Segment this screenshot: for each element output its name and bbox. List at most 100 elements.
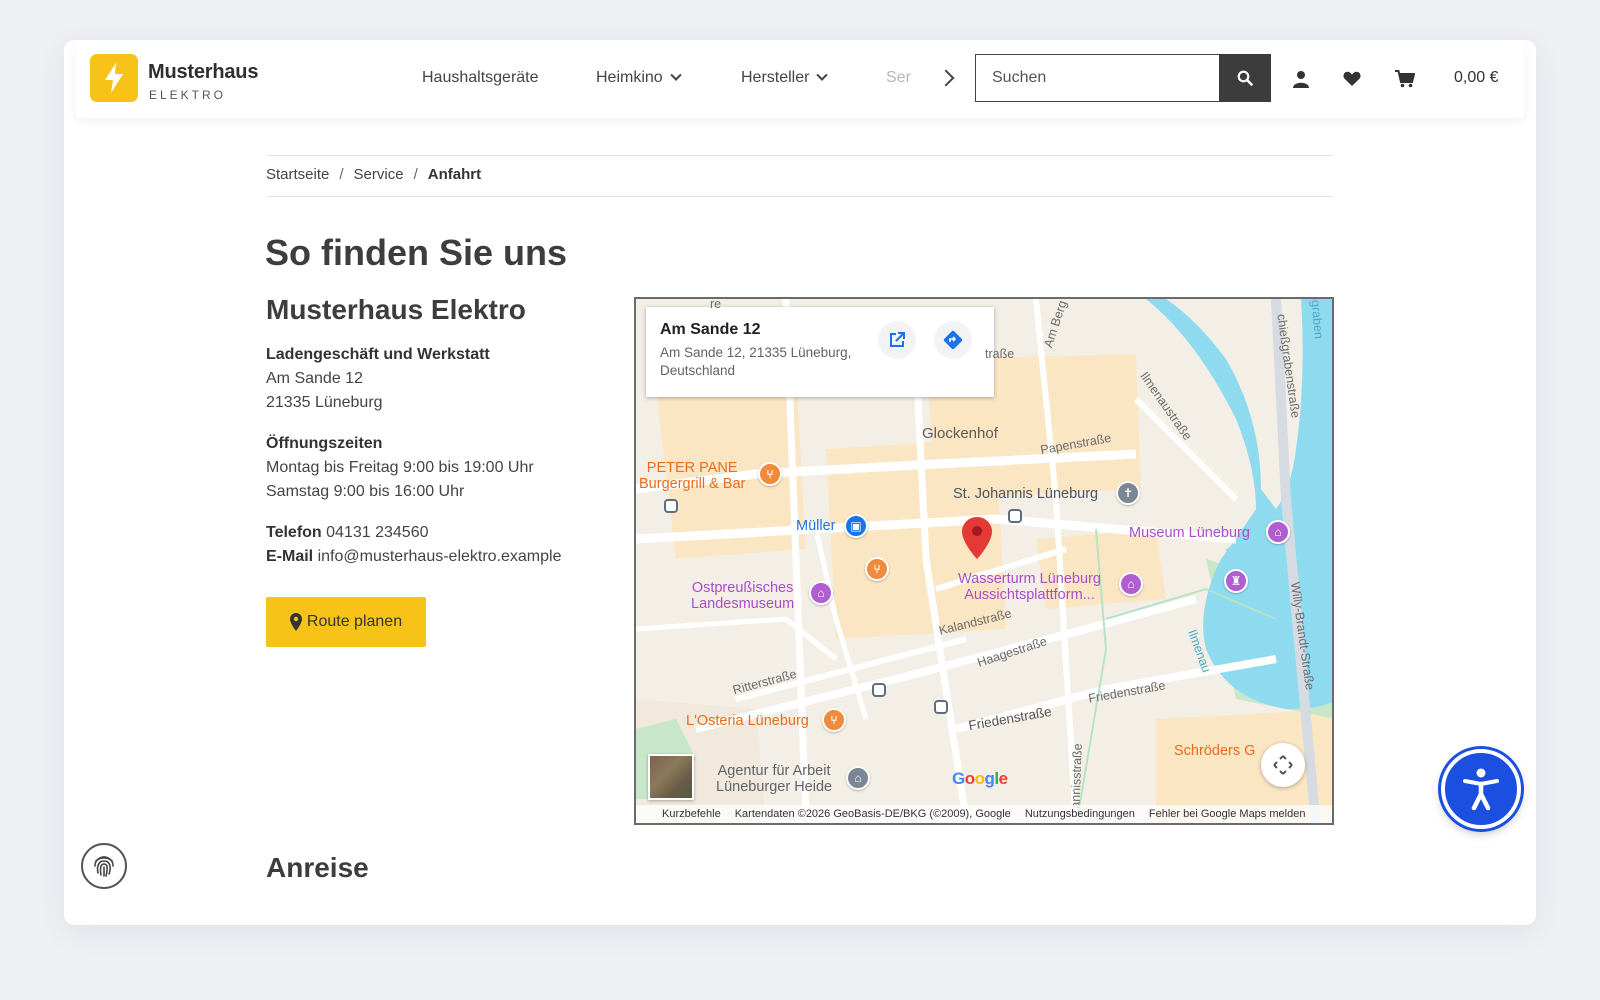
logo-mark[interactable] bbox=[90, 54, 138, 102]
email-address[interactable]: info@musterhaus-elektro.example bbox=[318, 548, 562, 565]
external-link-icon bbox=[890, 332, 905, 347]
contact-info: Telefon 04131 234560 E-Mail info@musterh… bbox=[266, 521, 561, 569]
account-button[interactable] bbox=[1290, 68, 1312, 90]
lightning-icon bbox=[105, 63, 123, 93]
museum-icon[interactable]: ⌂ bbox=[809, 581, 833, 605]
search-icon bbox=[1237, 70, 1253, 86]
nav-label: Heimkino bbox=[596, 69, 663, 86]
expand-icon bbox=[1273, 755, 1293, 775]
accessibility-icon bbox=[1463, 768, 1499, 811]
map-poi-wasserturm[interactable]: Wasserturm Lüneburg Aussichtsplattform..… bbox=[958, 571, 1101, 603]
chevron-down-icon bbox=[670, 69, 682, 81]
divider bbox=[266, 155, 1334, 156]
street-johannisstrasse: annisstraße bbox=[1068, 743, 1085, 809]
breadcrumb-item-anfahrt: Anfahrt bbox=[427, 166, 482, 183]
cart-total[interactable]: 0,00 € bbox=[1454, 69, 1498, 87]
breadcrumb-separator: / bbox=[339, 166, 344, 183]
map-report-link[interactable]: Fehler bei Google Maps melden bbox=[1149, 808, 1306, 820]
bus-stop-icon[interactable] bbox=[934, 700, 948, 714]
breadcrumb-separator: / bbox=[413, 166, 418, 183]
restaurant-icon[interactable]: ⑂ bbox=[865, 557, 889, 581]
fingerprint-icon bbox=[94, 856, 114, 877]
bus-stop-icon[interactable] bbox=[872, 683, 886, 697]
hours-heading: Öffnungszeiten bbox=[266, 435, 383, 452]
location-pin-icon[interactable] bbox=[962, 517, 992, 559]
email-label: E-Mail bbox=[266, 548, 314, 565]
company-heading: Musterhaus Elektro bbox=[266, 294, 526, 325]
cart-button[interactable] bbox=[1394, 68, 1416, 90]
museum-icon[interactable]: ⌂ bbox=[1266, 520, 1290, 544]
chevron-down-icon bbox=[816, 69, 829, 81]
directions-icon bbox=[943, 330, 963, 350]
accessibility-button[interactable] bbox=[1441, 749, 1521, 829]
page-card: Musterhaus ELEKTRO Haushaltsgeräte Heimk… bbox=[64, 40, 1536, 925]
search-button[interactable] bbox=[1219, 54, 1271, 102]
route-button-label: Route planen bbox=[306, 613, 403, 630]
breadcrumb-item-service[interactable]: Service bbox=[354, 166, 404, 183]
map-poi-agentur[interactable]: Agentur für Arbeit Lüneburger Heide bbox=[716, 763, 832, 795]
map-data-credit: Kartendaten ©2026 GeoBasis-DE/BKG (©2009… bbox=[734, 808, 1011, 820]
store-address: Ladengeschäft und Werkstatt Am Sande 12 … bbox=[266, 343, 490, 415]
hours-saturday: Samstag 9:00 bis 16:00 Uhr bbox=[266, 483, 465, 500]
phone-number[interactable]: 04131 234560 bbox=[326, 524, 428, 541]
street-top-left: re bbox=[710, 297, 722, 311]
heart-icon bbox=[1343, 71, 1361, 86]
brand-name[interactable]: Musterhaus bbox=[148, 61, 258, 84]
store-heading: Ladengeschäft und Werkstatt bbox=[266, 346, 490, 363]
map-attribution: Kurzbefehle Kartendaten ©2026 GeoBasis-D… bbox=[636, 805, 1332, 823]
map-pin-icon bbox=[289, 613, 302, 631]
search-input[interactable] bbox=[975, 54, 1219, 102]
map-embed[interactable]: Am Sande 12 Am Sande 12, 21335 Lüneburg,… bbox=[634, 297, 1334, 825]
map-card-title: Am Sande 12 bbox=[660, 321, 761, 338]
page-title: So finden Sie uns bbox=[265, 232, 568, 273]
map-poi-schroeders[interactable]: Schröders G bbox=[1174, 743, 1255, 759]
brand-sub: ELEKTRO bbox=[149, 88, 227, 102]
address-city: 21335 Lüneburg bbox=[266, 394, 383, 411]
address-street: Am Sande 12 bbox=[266, 370, 363, 387]
nav-label: Ser bbox=[886, 69, 911, 86]
anreise-heading: Anreise bbox=[266, 852, 369, 883]
map-label-glockenhof: Glockenhof bbox=[922, 425, 998, 442]
cart-icon bbox=[1395, 70, 1415, 88]
breadcrumb: Startseite / Service / Anfahrt bbox=[266, 166, 481, 183]
street-top: traße bbox=[985, 347, 1015, 361]
nav-item-haushaltsgeraete[interactable]: Haushaltsgeräte bbox=[422, 69, 539, 87]
divider bbox=[266, 196, 1334, 197]
fullscreen-button[interactable] bbox=[1261, 743, 1305, 787]
map-poi-osteria[interactable]: L'Osteria Lüneburg bbox=[686, 713, 809, 729]
map-shortcuts-link[interactable]: Kurzbefehle bbox=[662, 808, 721, 820]
map-terms-link[interactable]: Nutzungsbedingungen bbox=[1025, 808, 1135, 820]
user-icon bbox=[1293, 71, 1309, 88]
building-icon[interactable]: ⌂ bbox=[846, 766, 870, 790]
google-logo: Google bbox=[952, 769, 1008, 788]
bus-stop-icon[interactable] bbox=[1008, 509, 1022, 523]
directions-button[interactable] bbox=[934, 321, 972, 359]
nav-label: Haushaltsgeräte bbox=[422, 69, 539, 86]
satellite-toggle[interactable] bbox=[648, 754, 694, 800]
church-icon[interactable]: ✝ bbox=[1116, 481, 1140, 505]
nav-item-service[interactable]: Ser bbox=[886, 69, 911, 87]
chevron-right-icon[interactable] bbox=[937, 69, 955, 87]
map-poi-peter-pane[interactable]: PETER PANE Burgergrill & Bar bbox=[639, 460, 745, 492]
nav-item-heimkino[interactable]: Heimkino bbox=[596, 69, 682, 87]
wishlist-button[interactable] bbox=[1341, 68, 1363, 90]
map-poi-st-johannis[interactable]: St. Johannis Lüneburg bbox=[953, 486, 1098, 502]
viewpoint-icon[interactable]: ⌂ bbox=[1119, 572, 1143, 596]
restaurant-icon[interactable]: ⑂ bbox=[822, 708, 846, 732]
nav-label: Hersteller bbox=[741, 69, 810, 86]
map-place-card: Am Sande 12 Am Sande 12, 21335 Lüneburg,… bbox=[646, 307, 994, 397]
restaurant-icon[interactable]: ⑂ bbox=[758, 462, 782, 486]
bus-stop-icon[interactable] bbox=[664, 499, 678, 513]
open-in-maps-button[interactable] bbox=[878, 321, 916, 359]
privacy-button[interactable] bbox=[81, 843, 127, 889]
landmark-icon[interactable]: ♜ bbox=[1224, 569, 1248, 593]
nav-item-hersteller[interactable]: Hersteller bbox=[741, 69, 829, 87]
phone-label: Telefon bbox=[266, 524, 322, 541]
map-poi-museum[interactable]: Museum Lüneburg bbox=[1129, 525, 1250, 541]
map-poi-mueller[interactable]: Müller bbox=[796, 518, 835, 534]
map-poi-ostpreussisches[interactable]: Ostpreußisches Landesmuseum bbox=[691, 580, 794, 612]
map-card-address: Am Sande 12, 21335 Lüneburg, Deutschland bbox=[660, 345, 852, 378]
breadcrumb-item-startseite[interactable]: Startseite bbox=[266, 166, 329, 183]
route-button[interactable]: Route planen bbox=[266, 597, 426, 647]
shopping-icon[interactable]: ▣ bbox=[844, 514, 868, 538]
